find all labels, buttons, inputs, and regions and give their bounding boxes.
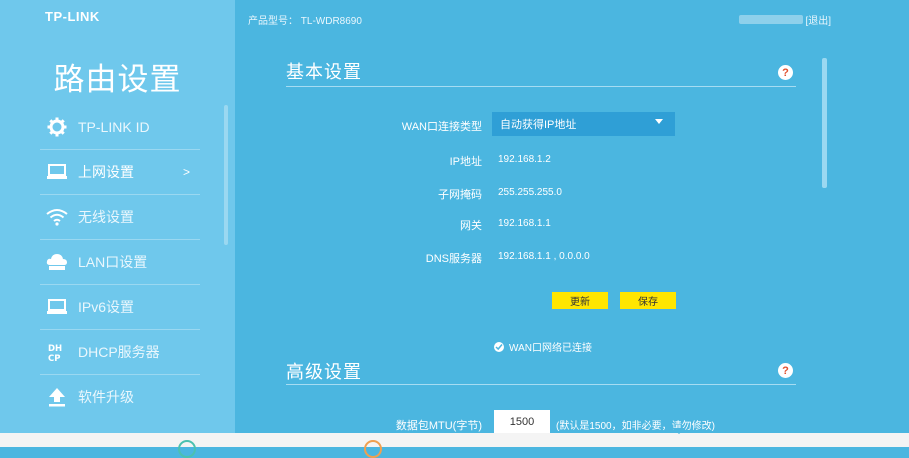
sidebar-item-label: 无线设置 xyxy=(78,209,134,225)
sidebar: TP-LINK 路由设置 TP-LINK ID 上网设置 > 无线设置 LAN口… xyxy=(0,0,235,433)
dns-value: 192.168.1.1 , 0.0.0.0 xyxy=(498,251,590,262)
ip-label: IP地址 xyxy=(449,156,482,168)
tp-link-logo: TP-LINK xyxy=(45,9,100,24)
mtu-hint: (默认是1500，如非必要，请勿修改) xyxy=(556,421,715,432)
gear-icon xyxy=(46,116,68,138)
model-label: 产品型号： xyxy=(248,16,298,27)
subnet-mask-label: 子网掩码 xyxy=(438,189,482,201)
basic-settings-title: 基本设置 xyxy=(286,62,362,82)
bottom-circle-icon[interactable] xyxy=(364,440,382,458)
bottom-bar xyxy=(0,433,909,447)
wan-type-value: 自动获得IP地址 xyxy=(500,119,577,131)
gateway-label: 网关 xyxy=(460,220,482,232)
dropdown-arrow-icon xyxy=(655,119,663,124)
logout-link[interactable]: [退出] xyxy=(805,12,831,27)
wan-status-text: WAN口网络已连接 xyxy=(509,343,592,354)
sidebar-nav: TP-LINK ID 上网设置 > 无线设置 LAN口设置 IPv6设置 DH … xyxy=(40,105,200,419)
check-icon xyxy=(494,341,504,352)
wifi-icon xyxy=(46,206,68,228)
sidebar-item-label: 上网设置 xyxy=(78,164,134,180)
account-area: [退出] xyxy=(739,12,831,27)
section-divider xyxy=(286,86,796,87)
sidebar-item-label: 软件升级 xyxy=(78,389,134,405)
model-value: TL-WDR8690 xyxy=(300,16,362,27)
sidebar-item-dhcp[interactable]: DH CP DHCP服务器 xyxy=(40,330,200,375)
help-icon[interactable]: ? xyxy=(778,363,793,378)
sidebar-item-tplink-id[interactable]: TP-LINK ID xyxy=(40,105,200,150)
product-model: 产品型号： TL-WDR8690 xyxy=(248,12,362,27)
section-divider xyxy=(286,384,796,385)
sidebar-item-ipv6[interactable]: IPv6设置 xyxy=(40,285,200,330)
sidebar-item-internet[interactable]: 上网设置 > xyxy=(40,150,200,195)
mtu-input[interactable] xyxy=(494,410,550,434)
save-button[interactable]: 保存 xyxy=(620,292,676,309)
computer-icon xyxy=(46,161,68,183)
sidebar-item-label: TP-LINK ID xyxy=(78,119,150,135)
dns-label: DNS服务器 xyxy=(425,253,482,265)
sidebar-title: 路由设置 xyxy=(53,62,182,97)
sidebar-item-upgrade[interactable]: 软件升级 xyxy=(40,375,200,419)
svg-text:DH: DH xyxy=(48,344,62,354)
username-redacted xyxy=(739,15,804,24)
monitor-icon xyxy=(46,296,68,318)
mtu-label: 数据包MTU(字节) xyxy=(395,420,482,432)
wan-type-label: WAN口连接类型 xyxy=(401,121,482,133)
refresh-button[interactable]: 更新 xyxy=(552,292,608,309)
gateway-value: 192.168.1.1 xyxy=(498,218,551,229)
bottom-pointer-icon xyxy=(672,428,686,434)
sidebar-item-label: LAN口设置 xyxy=(78,254,148,270)
cloud-network-icon xyxy=(46,251,68,273)
sidebar-item-wireless[interactable]: 无线设置 xyxy=(40,195,200,240)
dhcp-icon: DH CP xyxy=(46,341,68,363)
help-icon[interactable]: ? xyxy=(778,65,793,80)
sidebar-item-label: DHCP服务器 xyxy=(78,344,160,360)
ip-value: 192.168.1.2 xyxy=(498,154,551,165)
main-scrollbar[interactable] xyxy=(822,58,827,188)
advanced-settings-title: 高级设置 xyxy=(286,362,362,382)
svg-text:CP: CP xyxy=(48,354,60,362)
subnet-mask-value: 255.255.255.0 xyxy=(498,187,562,198)
sidebar-item-label: IPv6设置 xyxy=(78,299,135,315)
bottom-circle-icon[interactable] xyxy=(178,440,196,458)
upload-icon xyxy=(46,386,68,408)
sidebar-item-lan[interactable]: LAN口设置 xyxy=(40,240,200,285)
wan-status: WAN口网络已连接 xyxy=(494,339,592,354)
wan-type-select[interactable]: 自动获得IP地址 xyxy=(492,112,675,136)
sidebar-scrollbar[interactable] xyxy=(224,105,228,245)
chevron-right-icon: > xyxy=(182,165,190,179)
